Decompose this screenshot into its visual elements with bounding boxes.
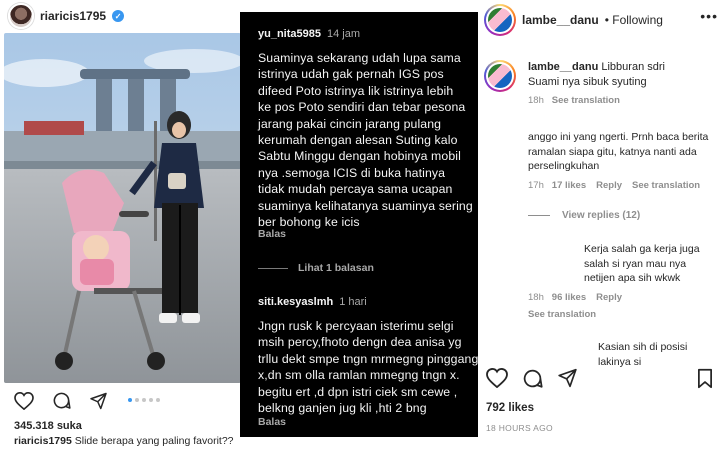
left-post-header: riaricis1795 ✓ [8, 3, 125, 29]
replies-divider [258, 267, 288, 269]
caption-avatar[interactable] [484, 60, 516, 92]
photo-illustration [4, 33, 241, 383]
comment-1-user[interactable]: yu_nita5985 [258, 28, 321, 40]
right-username[interactable]: lambe__danu [522, 13, 599, 27]
left-caption-text: Slide berapa yang paling favorit?? [74, 435, 234, 447]
left-post-panel: riaricis1795 ✓ 345.318 suka riaricis1795… [0, 0, 244, 450]
heart-icon[interactable] [486, 368, 508, 388]
right-avatar[interactable] [484, 4, 516, 36]
caption-see-translation[interactable]: See translation [552, 95, 620, 106]
view-replies-label: View replies (12) [562, 210, 641, 221]
heart-icon[interactable] [14, 391, 34, 410]
left-caption: riaricis1795 Slide berapa yang paling fa… [14, 435, 234, 447]
carousel-dot-active [128, 398, 132, 402]
following-label: Following [612, 13, 663, 27]
right-post-header: lambe__danu • Following [484, 4, 663, 36]
left-avatar[interactable] [8, 3, 34, 29]
comment-icon[interactable] [52, 391, 71, 410]
middle-comments-panel: yu_nita5985 14 jam Suaminya sekarang udah… [240, 12, 478, 437]
more-options-icon[interactable]: ••• [700, 8, 718, 24]
view-replies-divider [528, 215, 550, 216]
right-comment-2: Kerja salah ga kerja juga salah si ryan … [528, 242, 716, 323]
comment-2-user[interactable]: siti.kesyaslmh [258, 296, 333, 308]
caption-user[interactable]: lambe__danu [528, 61, 598, 73]
caption-time: 18h [528, 95, 544, 106]
comment-icon[interactable] [522, 368, 543, 389]
right-comment-2-reply[interactable]: Reply [596, 292, 622, 303]
right-comment-3-text: Kasian sih di posisi lakinya si [598, 341, 688, 368]
share-icon[interactable] [89, 392, 108, 410]
right-comment-1-translate[interactable]: See translation [632, 180, 700, 191]
right-comment-3: Kasian sih di posisi lakinya si [528, 340, 716, 369]
right-caption: lambe__danu Libburan sdri Suami nya sibuk… [484, 60, 665, 106]
view-replies-link[interactable]: View replies (12) [528, 210, 640, 221]
comment-2: siti.kesyaslmh 1 hari Jngn rusk k percyaa… [258, 292, 478, 416]
comment-2-text: Jngn rusk k percyaan isterimu selgi msih… [258, 319, 478, 416]
carousel-dots [128, 398, 160, 402]
bookmark-icon[interactable] [696, 368, 714, 389]
right-post-timestamp: 18 HOURS AGO [486, 423, 553, 433]
share-icon[interactable] [557, 368, 578, 388]
right-comment-1-reply[interactable]: Reply [596, 180, 622, 191]
caption-text: Libburan sdri [601, 61, 665, 73]
comment-2-reply-button[interactable]: Balas [258, 416, 286, 428]
view-replies-link[interactable]: Lihat 1 balasan [258, 262, 374, 274]
carousel-dot [135, 398, 139, 402]
right-comment-2-text: Kerja salah ga kerja juga salah si ryan … [584, 243, 700, 284]
left-caption-user[interactable]: riaricis1795 [14, 435, 72, 447]
left-likes-count[interactable]: 345.318 suka [14, 420, 82, 432]
right-comment-2-translate[interactable]: See translation [528, 309, 596, 320]
view-replies-label: Lihat 1 balasan [298, 262, 374, 274]
comment-2-time: 1 hari [339, 296, 367, 308]
comment-1-time: 14 jam [326, 28, 361, 40]
carousel-dot [156, 398, 160, 402]
caption-text-2: Suami nya sibuk syuting [528, 76, 647, 88]
left-action-bar [14, 391, 108, 410]
left-post-photo[interactable] [4, 33, 241, 383]
right-comment-1-time: 17h [528, 179, 544, 191]
following-status[interactable]: • Following [605, 13, 663, 27]
right-comment-1-text: anggo ini yang ngerti. Prnh baca berita … [528, 131, 709, 172]
verified-icon: ✓ [112, 10, 125, 22]
right-likes-count[interactable]: 792 likes [486, 402, 534, 414]
right-comment-2-likes[interactable]: 96 likes [552, 292, 586, 303]
left-username[interactable]: riaricis1795 [40, 9, 106, 23]
right-comment-1: anggo ini yang ngerti. Prnh baca berita … [528, 130, 716, 193]
carousel-dot [142, 398, 146, 402]
carousel-dot [149, 398, 153, 402]
comment-1-reply-button[interactable]: Balas [258, 228, 286, 240]
right-post-panel: lambe__danu • Following ••• lambe__danu … [478, 0, 720, 450]
right-comment-2-time: 18h [528, 291, 544, 303]
right-comment-1-likes[interactable]: 17 likes [552, 180, 586, 191]
comment-1: yu_nita5985 14 jam Suaminya sekarang udah… [258, 24, 478, 230]
comment-1-text: Suaminya sekarang udah lupa sama istriny… [258, 51, 473, 230]
right-action-bar [486, 368, 578, 389]
